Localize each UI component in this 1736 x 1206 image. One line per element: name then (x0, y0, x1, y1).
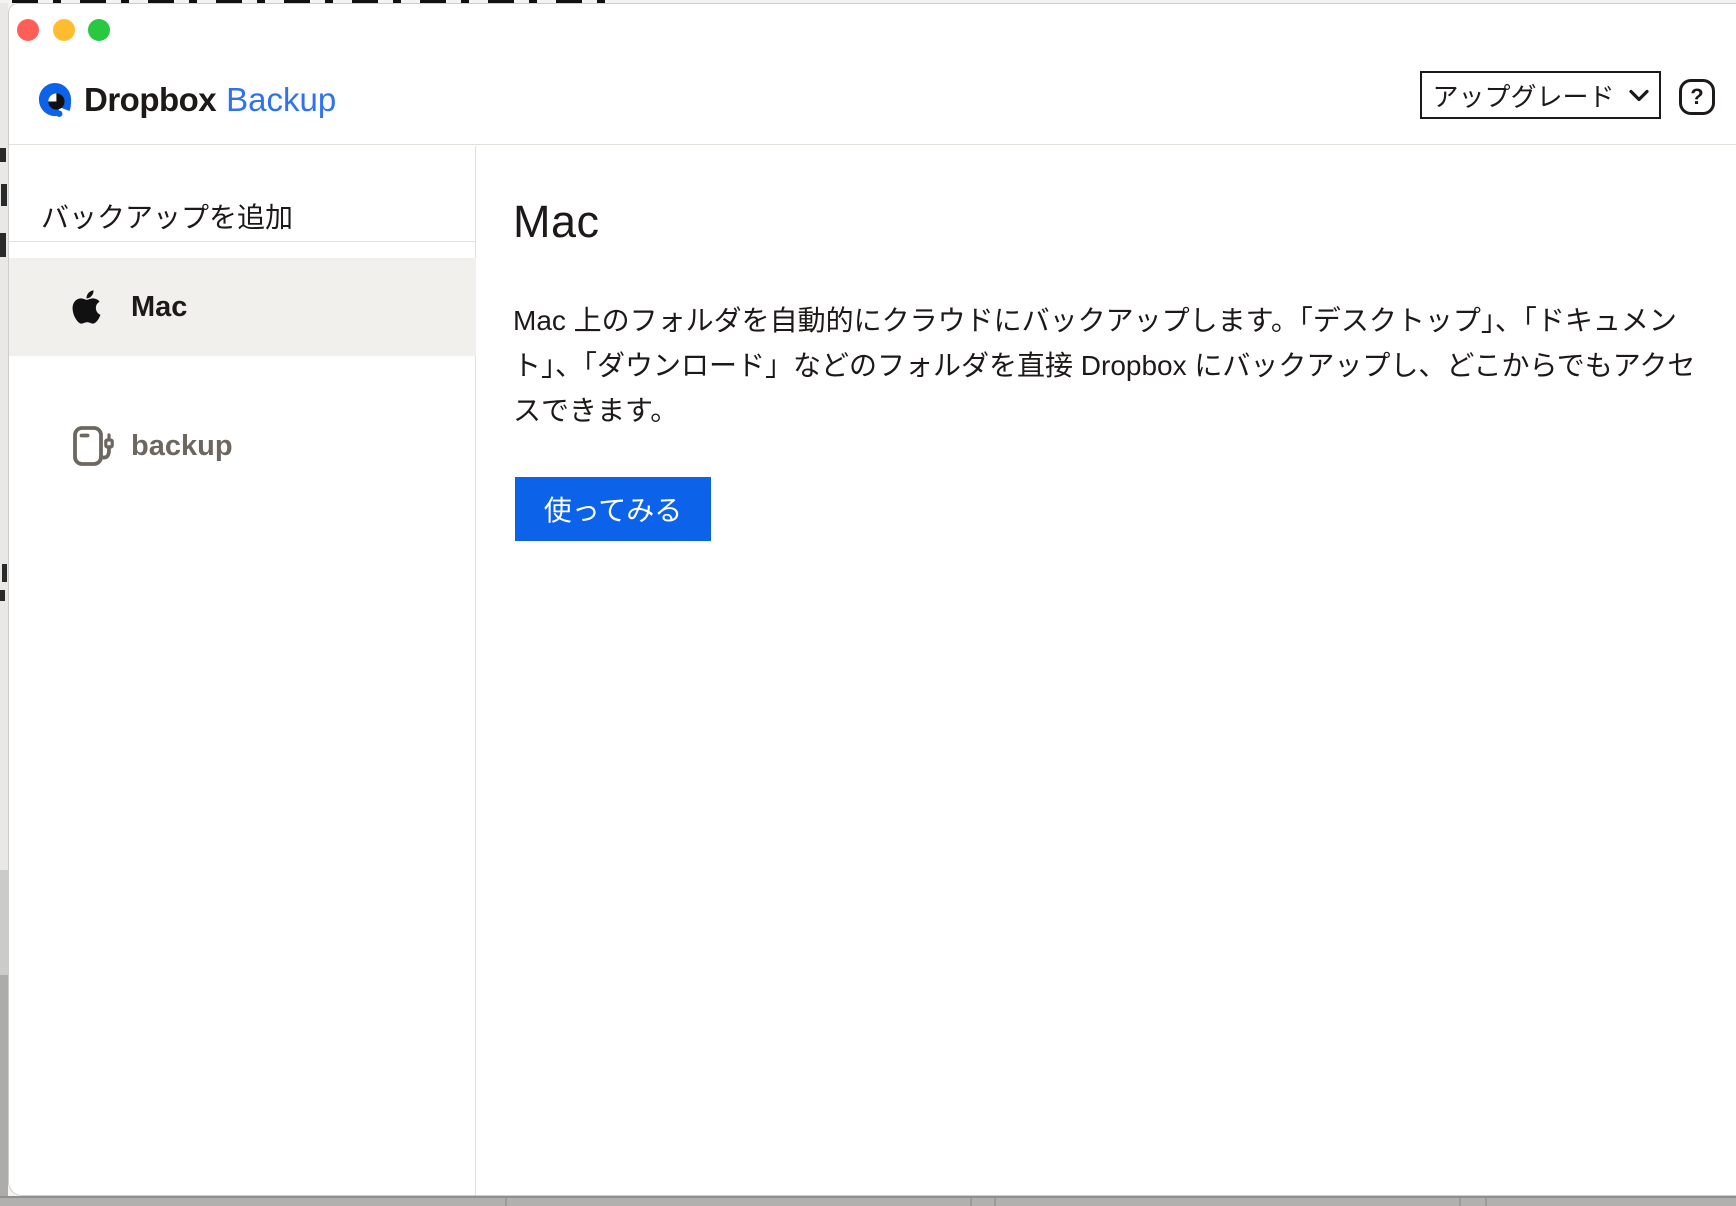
background-divider-tick (994, 1198, 996, 1206)
background-glyph-fragment (0, 148, 6, 162)
dropbox-backup-window: Dropbox Backup アップグレード ? バックアップを追加 (8, 3, 1736, 1196)
get-started-button[interactable]: 使ってみる (515, 477, 711, 541)
description-line: Mac 上のフォルダを自動的にクラウドにバックアップします。「デスクトップ」、「… (513, 298, 1736, 343)
background-glyph-fragment (1, 184, 7, 206)
main-content: Mac Mac 上のフォルダを自動的にクラウドにバックアップします。「デスクトッ… (477, 146, 1736, 1196)
description-text: Mac 上のフォルダを自動的にクラウドにバックアップします。「デスクトップ」、「… (513, 298, 1736, 433)
upgrade-button[interactable]: アップグレード (1420, 71, 1661, 119)
sidebar-item-backup[interactable]: backup (9, 398, 476, 494)
traffic-light-minimize-button[interactable] (53, 19, 75, 41)
chevron-down-icon (1629, 89, 1649, 102)
sidebar-item-mac[interactable]: Mac (9, 258, 476, 356)
background-strip-mid (0, 870, 8, 975)
brand-primary-label: Dropbox (84, 81, 216, 119)
sidebar: バックアップを追加 Mac (9, 146, 476, 1196)
apple-icon (71, 288, 115, 326)
help-button[interactable]: ? (1679, 79, 1715, 115)
description-line: ト」、「ダウンロード」などのフォルダを直接 Dropbox にバックアップし、ど… (513, 343, 1736, 388)
external-drive-icon (71, 423, 115, 469)
background-divider-tick (970, 1198, 972, 1206)
sidebar-item-label: Mac (131, 291, 187, 324)
page-title: Mac (513, 196, 600, 248)
background-glyph-fragment (0, 590, 5, 601)
background-strip-left (0, 3, 8, 1196)
background-divider-tick (505, 1198, 507, 1206)
background-strip-bottom (0, 1196, 1736, 1206)
help-icon: ? (1690, 84, 1703, 110)
background-strip-dark (0, 975, 8, 1196)
background-divider-tick (1485, 1198, 1487, 1206)
sidebar-item-label: backup (131, 430, 233, 463)
sidebar-divider (9, 241, 476, 242)
description-line: スできます。 (513, 388, 1736, 433)
app-brand: Dropbox Backup (38, 78, 336, 122)
dropbox-backup-logo-icon (38, 82, 72, 119)
titlebar: Dropbox Backup アップグレード ? (9, 4, 1736, 145)
background-glyph-fragment (0, 233, 6, 257)
background-glyph-fragment (2, 564, 7, 582)
screen: Dropbox Backup アップグレード ? バックアップを追加 (0, 0, 1736, 1206)
traffic-light-close-button[interactable] (17, 19, 39, 41)
background-divider-tick (1459, 1198, 1461, 1206)
get-started-button-label: 使ってみる (544, 489, 683, 529)
brand-secondary-label: Backup (226, 81, 336, 119)
traffic-light-zoom-button[interactable] (88, 19, 110, 41)
upgrade-button-label: アップグレード (1432, 77, 1614, 114)
sidebar-header-label: バックアップを追加 (41, 196, 293, 236)
